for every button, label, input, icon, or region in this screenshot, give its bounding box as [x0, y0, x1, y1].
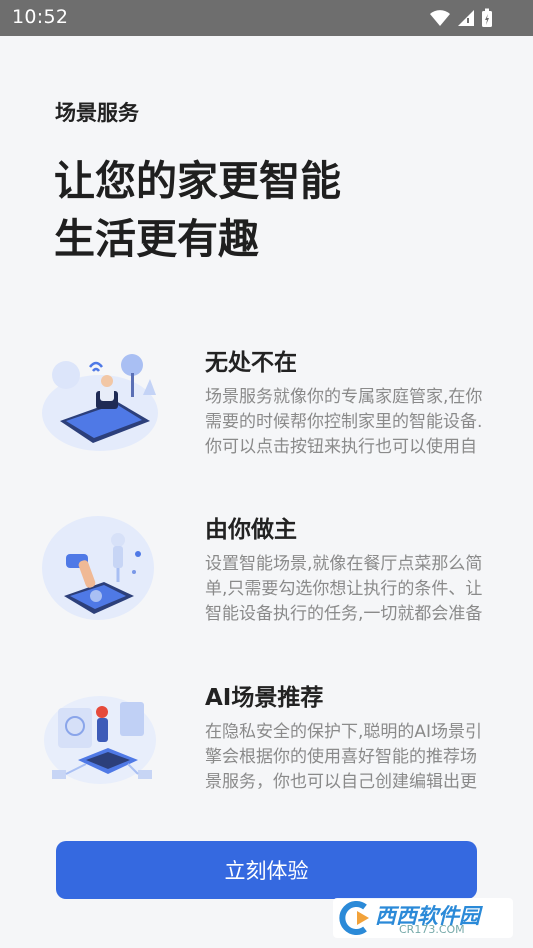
feature-ubiquitous: 无处不在 场景服务就像你的专属家庭管家,在你需要的时候帮你控制家里的智能设备.你…: [0, 343, 533, 483]
headline-line-1: 让您的家更智能: [54, 157, 341, 205]
signal-icon: [458, 10, 474, 26]
watermark: 西西软件园 CR173.COM: [333, 898, 513, 938]
smart-home-phone-illustration: [42, 354, 158, 451]
feature-title: 无处不在: [205, 350, 297, 376]
wifi-icon: [430, 10, 450, 26]
status-icons: [429, 8, 493, 28]
feature-ai-recommendation: AI场景推荐 在隐私安全的保护下,聪明的AI场景引擎会根据你的使用喜好智能的推荐…: [0, 678, 533, 818]
start-now-button[interactable]: 立刻体验: [56, 841, 477, 899]
battery-charging-icon: [482, 8, 492, 27]
feature-description: 设置智能场景,就像在餐厅点菜那么简单,只需要勾选你想让执行的条件、让智能设备执行…: [205, 554, 483, 624]
feature-you-decide: 由你做主 设置智能场景,就像在餐厅点菜那么简单,只需要勾选你想让执行的条件、让智…: [0, 510, 533, 650]
watermark-logo-icon: [339, 901, 369, 935]
status-bar: 10:52: [0, 0, 533, 36]
eyebrow-title: 场景服务: [55, 101, 139, 125]
feature-title: AI场景推荐: [205, 685, 324, 711]
feature-description: 场景服务就像你的专属家庭管家,在你需要的时候帮你控制家里的智能设备.你可以点击按…: [205, 387, 483, 457]
feature-title: 由你做主: [205, 517, 297, 543]
headline-line-2: 生活更有趣: [54, 215, 259, 263]
robot-hand-illustration: [42, 516, 154, 620]
ai-chip-illustration: [44, 696, 156, 784]
page-headline: 让您的家更智能 生活更有趣: [54, 152, 341, 268]
status-time: 10:52: [12, 6, 69, 28]
watermark-url: CR173.COM: [399, 923, 465, 936]
feature-description: 在隐私安全的保护下,聪明的AI场景引擎会根据你的使用喜好智能的推荐场景服务，你也…: [205, 722, 483, 792]
